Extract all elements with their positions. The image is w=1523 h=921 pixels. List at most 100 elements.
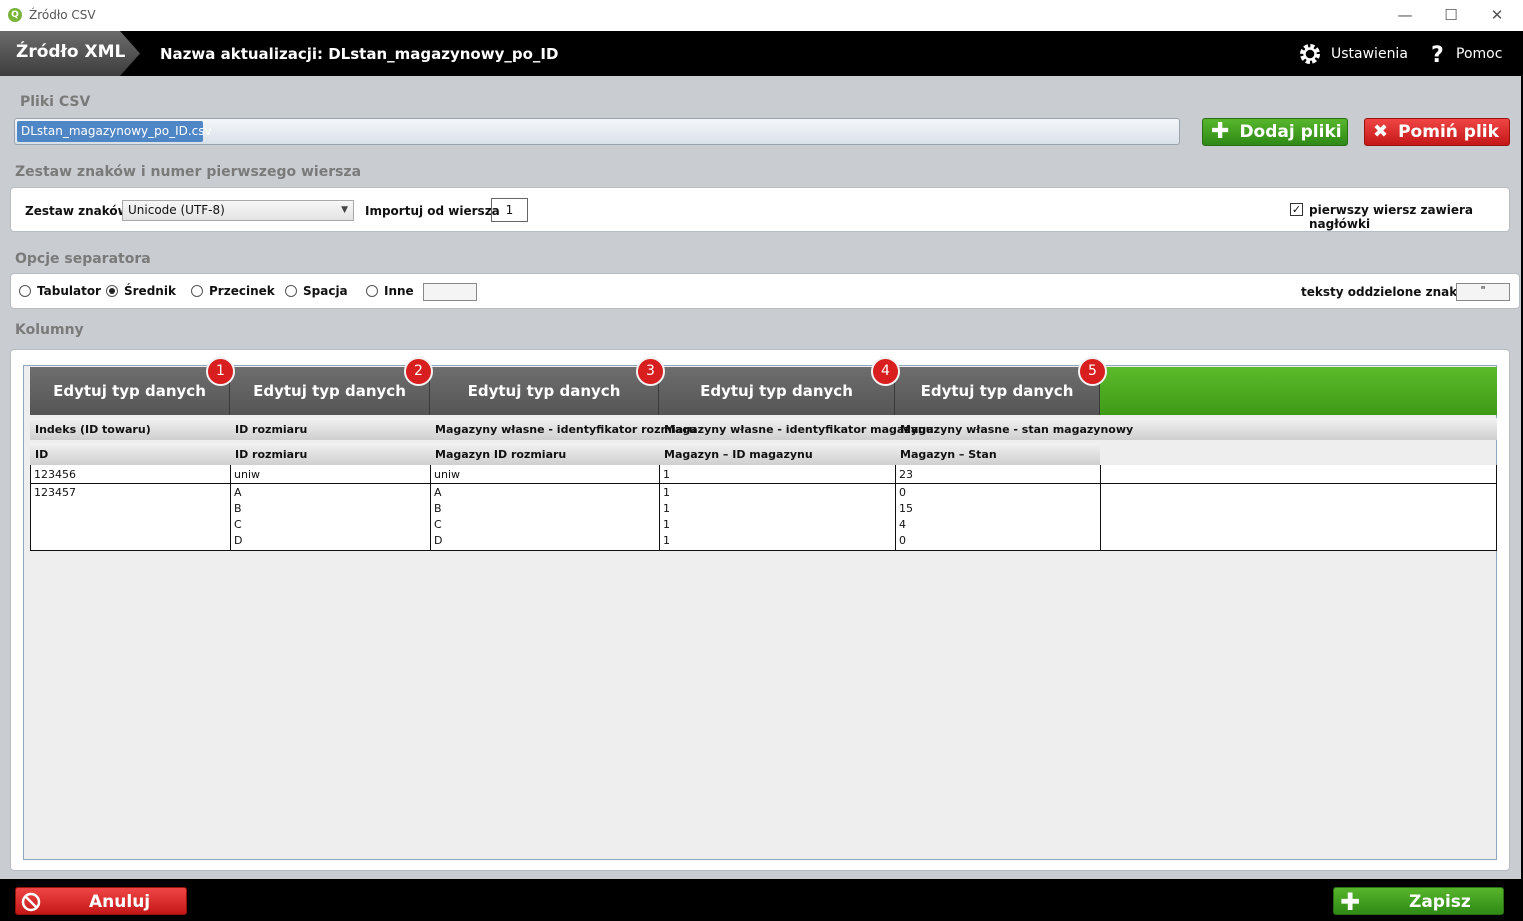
source-header-5: Magazyn – Stan (900, 448, 997, 461)
import-from-row-input[interactable]: 1 (491, 198, 528, 222)
source-header-1: ID (35, 448, 49, 461)
column-divider (1100, 465, 1101, 550)
column-number-badge-2: 2 (404, 357, 433, 386)
help-label: Pomoc (1456, 46, 1503, 62)
update-name: Nazwa aktualizacji: DLstan_magazynowy_po… (160, 45, 559, 63)
skip-file-label: Pomiń plik (1398, 122, 1499, 142)
radio-other[interactable] (366, 285, 378, 297)
table-cell: 23 (899, 468, 913, 481)
close-button[interactable]: ✕ (1474, 0, 1520, 31)
skip-file-button[interactable]: ✖ Pomiń plik (1364, 118, 1510, 146)
import-from-row-label: Importuj od wiersza (365, 204, 500, 218)
table-cell: 1 (663, 468, 670, 481)
column-divider (430, 465, 431, 550)
target-field-3[interactable]: Magazyny własne - identyfikator rozmiaru (435, 423, 696, 436)
table-cell: A (434, 486, 442, 499)
radio-other-label: Inne (384, 284, 414, 298)
table-cell: 1 (663, 534, 670, 547)
breadcrumb[interactable]: Źródło XML (0, 31, 140, 76)
header-row-checkbox[interactable]: ✓ (1290, 203, 1303, 216)
data-preview-table: 123456 uniw uniw 1 23 123457 A B C D A B… (30, 465, 1497, 551)
table-cell: A (234, 486, 242, 499)
breadcrumb-label: Źródło XML (16, 42, 126, 62)
column-header-row: Edytuj typ danych Edytuj typ danych Edyt… (30, 357, 1497, 415)
cancel-button[interactable]: Anuluj (15, 887, 187, 915)
table-cell: C (434, 518, 442, 531)
separator-panel: Tabulator Średnik Przecinek Spacja Inne … (10, 273, 1520, 309)
target-field-2[interactable]: ID rozmiaru (235, 423, 307, 436)
add-files-label: Dodaj pliki (1239, 122, 1342, 142)
column-divider (895, 465, 896, 550)
table-cell: D (234, 534, 243, 547)
question-mark-icon: ? (1431, 43, 1444, 67)
x-icon: ✖ (1373, 121, 1389, 142)
column-number-badge-4: 4 (871, 357, 900, 386)
column-divider (230, 465, 231, 550)
radio-tabulator[interactable] (19, 285, 31, 297)
radio-semicolon[interactable] (106, 285, 118, 297)
cancel-label: Anuluj (89, 892, 151, 912)
section-separator-title: Opcje separatora (15, 251, 151, 267)
header-row-label: pierwszy wiersz zawiera nagłówki (1309, 203, 1473, 231)
columns-grid: Edytuj typ danych Edytuj typ danych Edyt… (23, 357, 1497, 860)
column-number-badge-5: 5 (1078, 357, 1107, 386)
edit-type-button-3[interactable]: Edytuj typ danych (430, 367, 659, 415)
columns-panel: Edytuj typ danych Edytuj typ danych Edyt… (10, 349, 1510, 871)
maximize-button[interactable]: ☐ (1428, 0, 1474, 31)
window-title: Źródło CSV (29, 8, 96, 22)
target-field-row: Indeks (ID towaru) ID rozmiaru Magazyny … (30, 418, 1497, 440)
window-titlebar: Q Źródło CSV — ☐ ✕ (0, 0, 1523, 31)
app-header: Źródło XML Nazwa aktualizacji: DLstan_ma… (0, 31, 1521, 76)
add-files-button[interactable]: ✚ Dodaj pliki (1202, 118, 1348, 146)
save-button[interactable]: ✚ Zapisz (1333, 887, 1504, 916)
csv-file-list[interactable]: DLstan_magazynowy_po_ID.csv (14, 118, 1180, 145)
table-cell: D (434, 534, 443, 547)
radio-comma[interactable] (191, 285, 203, 297)
section-columns-title: Kolumny (15, 322, 84, 338)
plus-icon: ✚ (1340, 888, 1361, 916)
target-field-1[interactable]: Indeks (ID towaru) (35, 423, 151, 436)
source-header-2: ID rozmiaru (235, 448, 308, 461)
edit-type-button-1[interactable]: Edytuj typ danych (30, 367, 230, 415)
source-header-4: Magazyn – ID magazynu (664, 448, 813, 461)
charset-label: Zestaw znaków (25, 204, 129, 218)
gear-icon (1300, 44, 1320, 64)
source-header-3: Magazyn ID rozmiaru (435, 448, 567, 461)
table-cell: 1 (663, 486, 670, 499)
edit-type-button-5[interactable]: Edytuj typ danych (895, 367, 1100, 415)
table-cell: 0 (899, 534, 906, 547)
radio-space-label: Spacja (303, 284, 348, 298)
radio-tabulator-label: Tabulator (37, 284, 101, 298)
chevron-down-icon: ▼ (341, 205, 348, 215)
target-field-5[interactable]: Magazyny własne - stan magazynowy (900, 423, 1133, 436)
radio-space[interactable] (285, 285, 297, 297)
table-cell: C (234, 518, 242, 531)
table-cell: uniw (234, 468, 260, 481)
source-header-row: ID ID rozmiaru Magazyn ID rozmiaru Magaz… (30, 443, 1100, 465)
section-csv-files-title: Pliki CSV (20, 94, 91, 110)
table-cell: 1 (663, 518, 670, 531)
charset-select[interactable]: Unicode (UTF-8) ▼ (122, 200, 354, 221)
column-number-badge-1: 1 (206, 357, 235, 386)
table-cell: 0 (899, 486, 906, 499)
table-cell: B (234, 502, 242, 515)
plus-icon: ✚ (1211, 119, 1230, 144)
prohibited-icon (21, 892, 41, 912)
save-label: Zapisz (1409, 892, 1471, 912)
app-icon: Q (8, 8, 22, 22)
table-cell: 15 (899, 502, 913, 515)
row-divider (31, 483, 1496, 484)
table-cell: 4 (899, 518, 906, 531)
other-separator-input[interactable] (423, 283, 477, 301)
table-cell: 1 (663, 502, 670, 515)
selected-csv-file[interactable]: DLstan_magazynowy_po_ID.csv (17, 121, 212, 142)
text-qualifier-input[interactable]: " (1456, 283, 1510, 301)
settings-button[interactable]: Ustawienia (1297, 39, 1408, 69)
edit-type-button-2[interactable]: Edytuj typ danych (230, 367, 430, 415)
text-qualifier-label: teksty oddzielone znakiem (1301, 285, 1482, 299)
minimize-button[interactable]: — (1382, 0, 1428, 31)
radio-semicolon-label: Średnik (124, 284, 176, 298)
help-button[interactable]: ? Pomoc (1428, 39, 1502, 69)
edit-type-button-4[interactable]: Edytuj typ danych (659, 367, 895, 415)
target-field-4[interactable]: Magazyny własne - identyfikator magazynu (664, 423, 934, 436)
